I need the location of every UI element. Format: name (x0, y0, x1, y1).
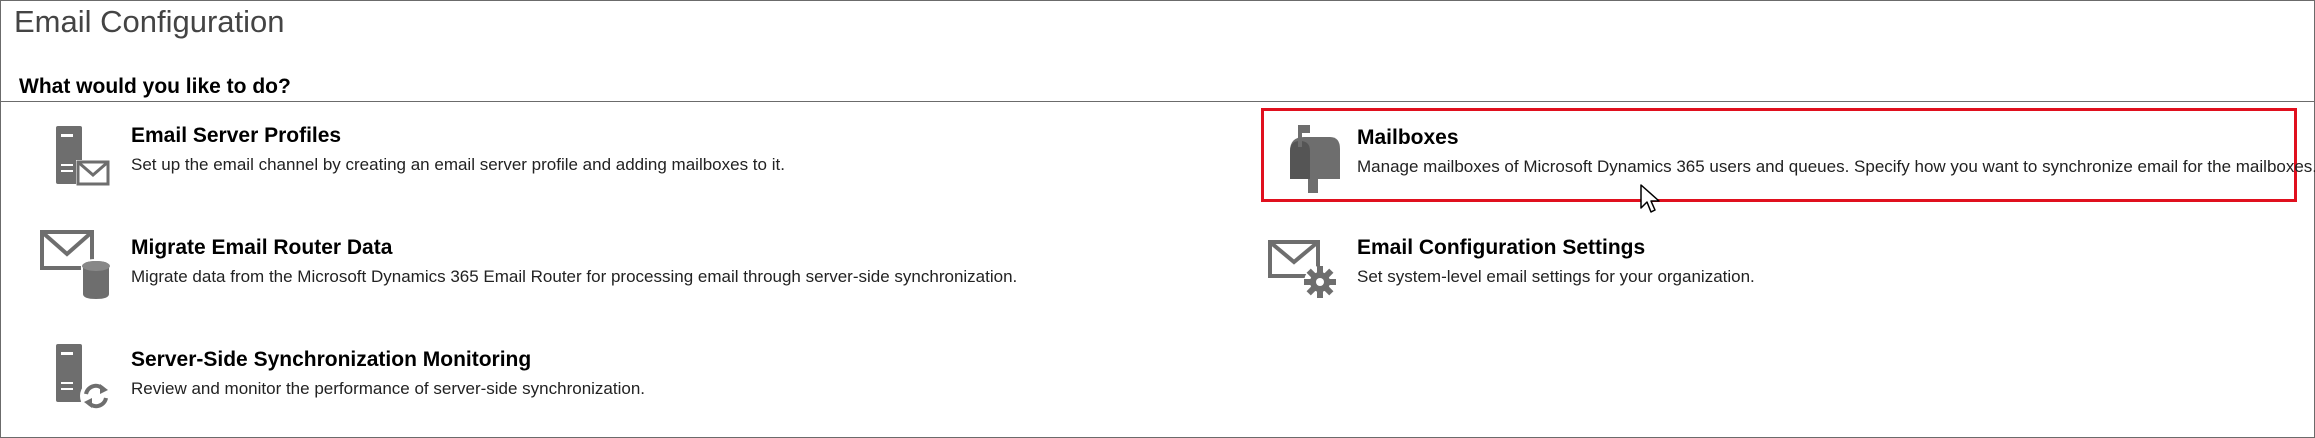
envelope-gear-icon (1268, 240, 1336, 298)
page-title: Email Configuration (14, 4, 285, 39)
migrate-email-router-data-item[interactable]: Migrate Email Router Data Migrate data f… (20, 226, 1200, 322)
server-envelope-icon (56, 126, 110, 186)
item-title: Email Server Profiles (131, 124, 342, 147)
item-title: Mailboxes (1357, 126, 1459, 149)
email-server-profiles-item[interactable]: Email Server Profiles Set up the email c… (20, 114, 1200, 210)
server-sync-icon (56, 344, 112, 412)
item-description: Migrate data from the Microsoft Dynamics… (131, 267, 1018, 286)
item-description: Set up the email channel by creating an … (131, 155, 785, 174)
item-title: Server-Side Synchronization Monitoring (131, 348, 532, 371)
item-title: Email Configuration Settings (1357, 236, 1646, 259)
section-heading: What would you like to do? (19, 75, 291, 98)
item-description: Set system-level email settings for your… (1357, 267, 1755, 286)
item-title: Migrate Email Router Data (131, 236, 393, 259)
item-description: Review and monitor the performance of se… (131, 379, 646, 398)
email-configuration-settings-item[interactable]: Email Configuration Settings Set system-… (1246, 226, 2246, 322)
mouse-cursor-icon (1640, 184, 1660, 213)
envelope-database-icon (40, 230, 111, 302)
server-side-sync-monitoring-item[interactable]: Server-Side Synchronization Monitoring R… (20, 338, 1200, 434)
mailbox-icon (1290, 125, 1340, 193)
mailboxes-item[interactable]: Mailboxes Manage mailboxes of Microsoft … (1261, 108, 2315, 202)
divider (0, 101, 2315, 102)
item-description: Manage mailboxes of Microsoft Dynamics 3… (1357, 157, 2315, 176)
